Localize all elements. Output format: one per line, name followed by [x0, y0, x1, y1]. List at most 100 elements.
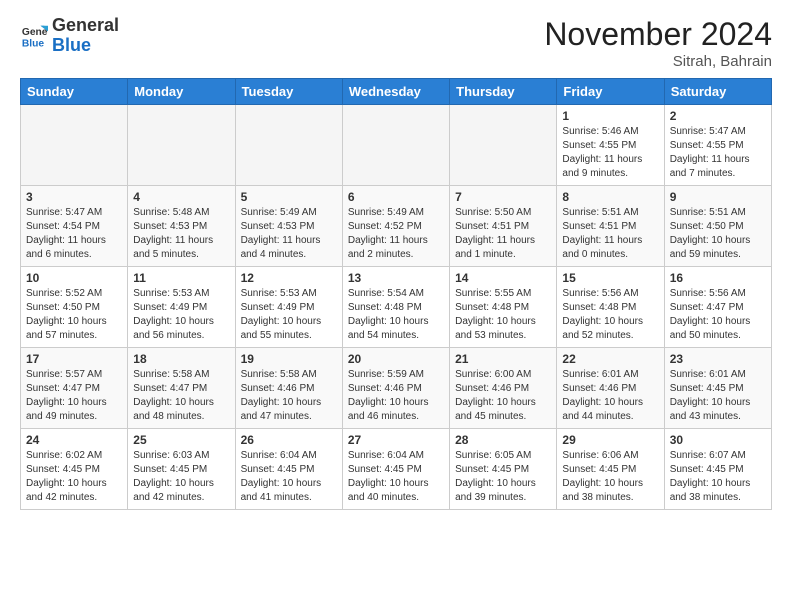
title-block: November 2024 Sitrah, Bahrain: [544, 16, 772, 70]
logo-icon: General Blue: [20, 22, 48, 50]
calendar-cell: 27Sunrise: 6:04 AMSunset: 4:45 PMDayligh…: [342, 429, 449, 510]
calendar-week-row: 1 Sunrise: 5:46 AMSunset: 4:55 PMDaylight…: [21, 105, 772, 186]
day-number: 13: [348, 271, 444, 285]
calendar-cell: 29Sunrise: 6:06 AMSunset: 4:45 PMDayligh…: [557, 429, 664, 510]
day-number: 4: [133, 190, 229, 204]
day-number: 23: [670, 352, 766, 366]
day-info: Sunrise: 5:56 AMSunset: 4:48 PMDaylight:…: [562, 287, 658, 343]
day-number: 29: [562, 433, 658, 447]
calendar-cell: 11 Sunrise: 5:53 AMSunset: 4:49 PMDayligh…: [128, 267, 235, 348]
calendar-cell: [21, 105, 128, 186]
calendar-week-row: 10 Sunrise: 5:52 AMSunset: 4:50 PMDayligh…: [21, 267, 772, 348]
day-info: Sunrise: 5:53 AMSunset: 4:49 PMDaylight:…: [241, 287, 337, 343]
calendar-cell: 7Sunrise: 5:50 AMSunset: 4:51 PMDaylight…: [450, 186, 557, 267]
day-number: 7: [455, 190, 551, 204]
day-info: Sunrise: 5:51 AMSunset: 4:51 PMDaylight:…: [562, 206, 658, 262]
day-info: Sunrise: 6:02 AMSunset: 4:45 PMDaylight:…: [26, 449, 122, 505]
day-info: Sunrise: 5:53 AMSunset: 4:49 PMDaylight:…: [133, 287, 229, 343]
calendar-cell: 16 Sunrise: 5:56 AMSunset: 4:47 PMDayligh…: [664, 267, 771, 348]
calendar-cell: 3 Sunrise: 5:47 AMSunset: 4:54 PMDaylight…: [21, 186, 128, 267]
calendar-cell: 8 Sunrise: 5:51 AMSunset: 4:51 PMDaylight…: [557, 186, 664, 267]
day-number: 27: [348, 433, 444, 447]
day-info: Sunrise: 6:01 AMSunset: 4:46 PMDaylight:…: [562, 368, 658, 424]
logo-blue-text: Blue: [52, 35, 91, 55]
day-number: 26: [241, 433, 337, 447]
day-number: 12: [241, 271, 337, 285]
logo-general-text: General: [52, 16, 119, 36]
calendar-week-row: 17 Sunrise: 5:57 AMSunset: 4:47 PMDayligh…: [21, 348, 772, 429]
day-number: 5: [241, 190, 337, 204]
calendar-cell: [342, 105, 449, 186]
day-number: 3: [26, 190, 122, 204]
day-number: 1: [562, 109, 658, 123]
weekday-header-friday: Friday: [557, 79, 664, 105]
weekday-header-saturday: Saturday: [664, 79, 771, 105]
day-number: 15: [562, 271, 658, 285]
calendar-cell: 17 Sunrise: 5:57 AMSunset: 4:47 PMDayligh…: [21, 348, 128, 429]
calendar-cell: 25 Sunrise: 6:03 AMSunset: 4:45 PMDayligh…: [128, 429, 235, 510]
day-number: 24: [26, 433, 122, 447]
day-number: 22: [562, 352, 658, 366]
calendar-cell: 20 Sunrise: 5:59 AMSunset: 4:46 PMDayligh…: [342, 348, 449, 429]
day-number: 9: [670, 190, 766, 204]
day-info: Sunrise: 5:58 AMSunset: 4:46 PMDaylight:…: [241, 368, 337, 424]
location: Sitrah, Bahrain: [544, 53, 772, 70]
weekday-header-monday: Monday: [128, 79, 235, 105]
day-number: 2: [670, 109, 766, 123]
day-number: 10: [26, 271, 122, 285]
weekday-header-wednesday: Wednesday: [342, 79, 449, 105]
day-info: Sunrise: 5:59 AMSunset: 4:46 PMDaylight:…: [348, 368, 444, 424]
day-number: 8: [562, 190, 658, 204]
calendar-cell: 14 Sunrise: 5:55 AMSunset: 4:48 PMDayligh…: [450, 267, 557, 348]
day-info: Sunrise: 5:46 AMSunset: 4:55 PMDaylight:…: [562, 125, 658, 181]
calendar-cell: 9Sunrise: 5:51 AMSunset: 4:50 PMDaylight…: [664, 186, 771, 267]
day-number: 16: [670, 271, 766, 285]
calendar-cell: [128, 105, 235, 186]
day-info: Sunrise: 6:01 AMSunset: 4:45 PMDaylight:…: [670, 368, 766, 424]
calendar-cell: 1 Sunrise: 5:46 AMSunset: 4:55 PMDaylight…: [557, 105, 664, 186]
calendar-cell: [450, 105, 557, 186]
calendar-cell: 10 Sunrise: 5:52 AMSunset: 4:50 PMDayligh…: [21, 267, 128, 348]
page: General Blue General Blue November 2024 …: [0, 0, 792, 526]
calendar-cell: 22 Sunrise: 6:01 AMSunset: 4:46 PMDayligh…: [557, 348, 664, 429]
day-number: 6: [348, 190, 444, 204]
day-info: Sunrise: 6:03 AMSunset: 4:45 PMDaylight:…: [133, 449, 229, 505]
svg-text:General: General: [22, 27, 48, 38]
day-info: Sunrise: 5:49 AMSunset: 4:52 PMDaylight:…: [348, 206, 444, 262]
day-info: Sunrise: 6:04 AMSunset: 4:45 PMDaylight:…: [241, 449, 337, 505]
calendar-cell: 21Sunrise: 6:00 AMSunset: 4:46 PMDayligh…: [450, 348, 557, 429]
weekday-header-tuesday: Tuesday: [235, 79, 342, 105]
calendar-cell: 6 Sunrise: 5:49 AMSunset: 4:52 PMDaylight…: [342, 186, 449, 267]
calendar-cell: 15 Sunrise: 5:56 AMSunset: 4:48 PMDayligh…: [557, 267, 664, 348]
day-info: Sunrise: 5:49 AMSunset: 4:53 PMDaylight:…: [241, 206, 337, 262]
day-info: Sunrise: 5:58 AMSunset: 4:47 PMDaylight:…: [133, 368, 229, 424]
day-info: Sunrise: 5:56 AMSunset: 4:47 PMDaylight:…: [670, 287, 766, 343]
day-info: Sunrise: 5:55 AMSunset: 4:48 PMDaylight:…: [455, 287, 551, 343]
calendar-week-row: 24 Sunrise: 6:02 AMSunset: 4:45 PMDayligh…: [21, 429, 772, 510]
calendar-cell: 30 Sunrise: 6:07 AMSunset: 4:45 PMDayligh…: [664, 429, 771, 510]
day-number: 30: [670, 433, 766, 447]
weekday-header-thursday: Thursday: [450, 79, 557, 105]
day-info: Sunrise: 6:00 AMSunset: 4:46 PMDaylight:…: [455, 368, 551, 424]
day-number: 20: [348, 352, 444, 366]
calendar: SundayMondayTuesdayWednesdayThursdayFrid…: [20, 78, 772, 510]
day-number: 25: [133, 433, 229, 447]
day-info: Sunrise: 6:05 AMSunset: 4:45 PMDaylight:…: [455, 449, 551, 505]
calendar-cell: 2Sunrise: 5:47 AMSunset: 4:55 PMDaylight…: [664, 105, 771, 186]
calendar-header-row: SundayMondayTuesdayWednesdayThursdayFrid…: [21, 79, 772, 105]
day-info: Sunrise: 6:07 AMSunset: 4:45 PMDaylight:…: [670, 449, 766, 505]
header: General Blue General Blue November 2024 …: [20, 16, 772, 70]
calendar-cell: [235, 105, 342, 186]
calendar-cell: 4Sunrise: 5:48 AMSunset: 4:53 PMDaylight…: [128, 186, 235, 267]
day-info: Sunrise: 5:47 AMSunset: 4:54 PMDaylight:…: [26, 206, 122, 262]
logo: General Blue General Blue: [20, 16, 119, 56]
day-number: 14: [455, 271, 551, 285]
day-info: Sunrise: 5:52 AMSunset: 4:50 PMDaylight:…: [26, 287, 122, 343]
day-info: Sunrise: 5:57 AMSunset: 4:47 PMDaylight:…: [26, 368, 122, 424]
weekday-header-sunday: Sunday: [21, 79, 128, 105]
day-number: 17: [26, 352, 122, 366]
day-number: 28: [455, 433, 551, 447]
day-number: 11: [133, 271, 229, 285]
calendar-cell: 28 Sunrise: 6:05 AMSunset: 4:45 PMDayligh…: [450, 429, 557, 510]
calendar-cell: 26 Sunrise: 6:04 AMSunset: 4:45 PMDayligh…: [235, 429, 342, 510]
